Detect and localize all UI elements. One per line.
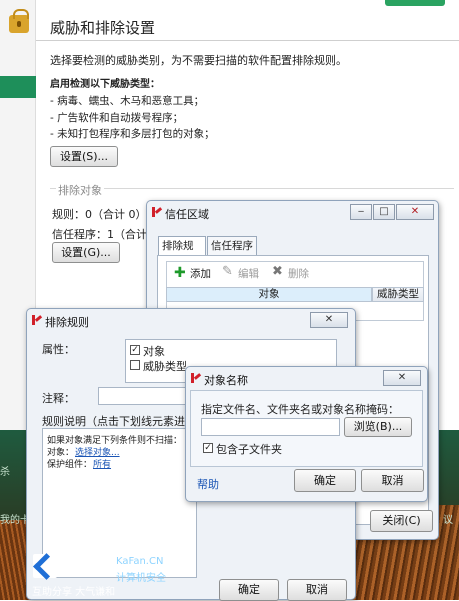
exclusions-group-label: 排除对象	[58, 184, 102, 197]
tab-trusted-programs[interactable]: 信任程序	[207, 236, 257, 255]
watermark-tagline: 互助分享 大气谦和	[32, 587, 116, 598]
include-subfolders-label: 包含子文件夹	[216, 443, 282, 456]
ok-button[interactable]: 确定	[219, 579, 279, 601]
properties-label: 属性：	[42, 343, 75, 356]
rule-component-prefix: 保护组件：	[47, 460, 93, 470]
delete-icon: ✖	[272, 264, 283, 279]
rule-description-label: 规则说明（点击下划线元素进行	[42, 415, 196, 428]
cancel-button[interactable]: 取消	[361, 469, 424, 492]
lock-icon	[9, 9, 29, 33]
edit-icon: ✎	[222, 264, 233, 279]
rules-count: 规则：0（合计 0）	[52, 208, 147, 221]
watermark-brand: 卡饭	[60, 556, 99, 578]
threat-item: - 广告软件和自动拨号程序；	[50, 112, 184, 124]
object-checkbox[interactable]: ✓	[130, 345, 140, 355]
edit-button[interactable]: 编辑	[238, 266, 259, 281]
kaspersky-logo-icon	[32, 315, 42, 325]
threat-item: - 未知打包程序和多层打包的对象；	[50, 128, 215, 140]
object-checkbox-label: 对象	[143, 345, 165, 358]
close-dialog-button[interactable]: 关闭(C)	[370, 510, 433, 532]
object-mask-input[interactable]	[201, 418, 340, 436]
kaspersky-logo-icon	[152, 207, 162, 217]
enable-heading: 启用检测以下威胁类型：	[50, 79, 160, 90]
threat-item: - 病毒、蠕虫、木马和恶意工具；	[50, 95, 205, 107]
comment-label: 注释：	[42, 392, 75, 405]
threat-settings-button[interactable]: 设置(S)...	[50, 146, 118, 167]
watermark-slogan: 计算机安全	[116, 573, 166, 584]
ok-button[interactable]: 确定	[294, 469, 356, 492]
watermark-site: KaFan.CN	[116, 556, 164, 567]
page-description: 选择要检测的威胁类别，为不需要扫描的软件配置排除规则。	[50, 54, 347, 67]
window-title: 排除规则	[45, 316, 89, 329]
group-divider	[104, 188, 454, 189]
delete-button[interactable]: 删除	[288, 266, 309, 281]
comment-input[interactable]	[98, 387, 196, 405]
group-divider	[50, 188, 56, 189]
add-icon: ✚	[174, 265, 186, 281]
exclusion-settings-button[interactable]: 设置(G)...	[52, 242, 120, 263]
top-status-bar	[385, 0, 445, 6]
cancel-button[interactable]: 取消	[287, 579, 347, 601]
close-button[interactable]: ✕	[396, 204, 434, 220]
object-mask-prompt: 指定文件名、文件夹名或对象名称掩码：	[201, 403, 399, 416]
window-title: 信任区域	[165, 208, 209, 221]
window-title: 对象名称	[204, 374, 248, 387]
minimize-button[interactable]: ‒	[350, 204, 372, 220]
threat-type-checkbox-label: 威胁类型	[143, 360, 187, 373]
kafan-logo-icon	[33, 554, 57, 578]
column-header-threat-type[interactable]: 威胁类型	[372, 287, 424, 302]
close-button[interactable]: ✕	[310, 312, 348, 328]
tab-exclusion-rules[interactable]: 排除规则	[158, 236, 206, 270]
all-components-link[interactable]: 所有	[93, 457, 111, 470]
column-header-object[interactable]: 对象	[166, 287, 372, 302]
include-subfolders-checkbox[interactable]: ✓	[203, 443, 213, 453]
add-button[interactable]: 添加	[190, 266, 211, 281]
kaspersky-logo-icon	[191, 373, 201, 383]
background-text: 议	[443, 515, 453, 526]
threat-type-checkbox[interactable]	[130, 360, 140, 370]
trusted-count: 信任程序：1（合计 1	[52, 228, 158, 241]
header-divider	[36, 40, 459, 41]
background-text: 杀	[0, 467, 10, 478]
sidebar-active-item[interactable]	[0, 76, 36, 98]
browse-button[interactable]: 浏览(B)...	[344, 417, 412, 437]
close-button[interactable]: ✕	[383, 370, 421, 386]
help-link[interactable]: 帮助	[197, 476, 219, 492]
maximize-button[interactable]: □	[373, 204, 395, 220]
page-title: 威胁和排除设置	[50, 19, 156, 37]
